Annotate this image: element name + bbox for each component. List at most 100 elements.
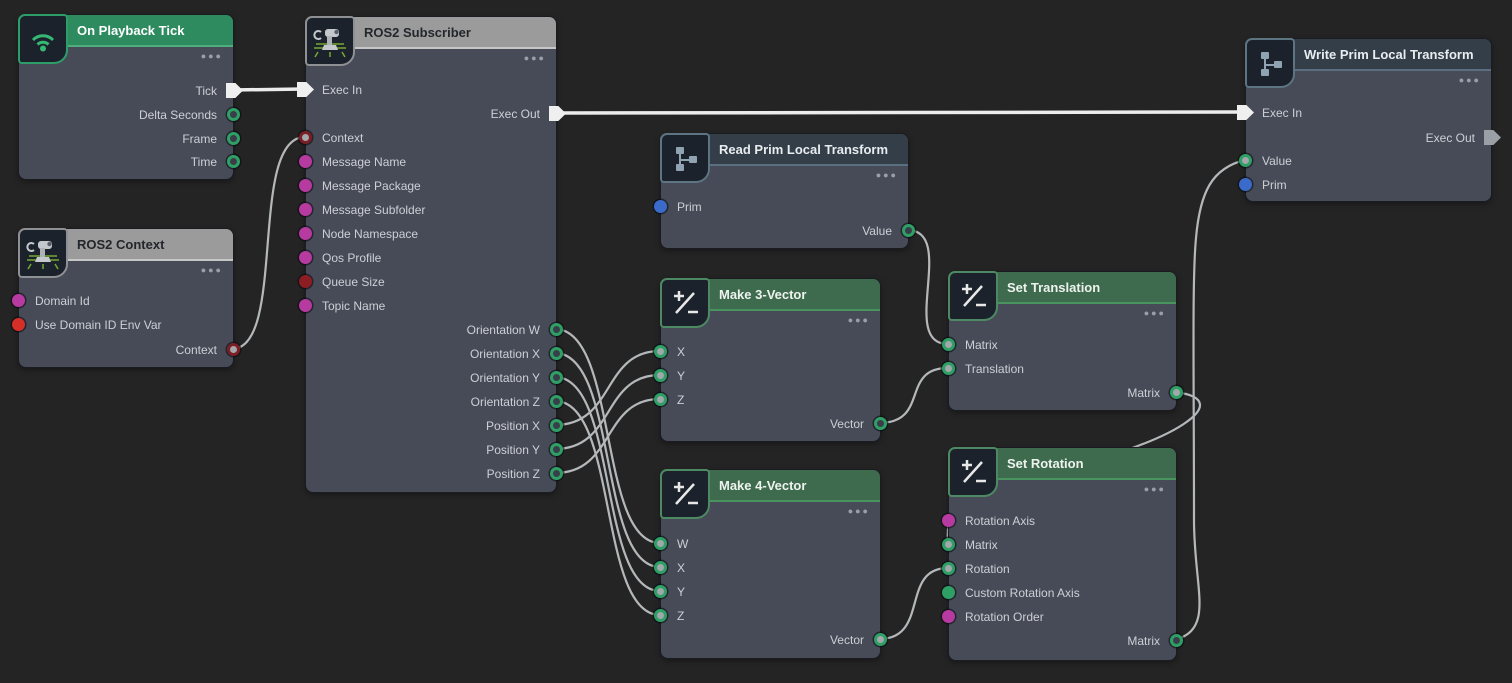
pin-matrix-in[interactable] — [942, 538, 955, 551]
pin-w[interactable] — [654, 537, 667, 550]
pin-orientation-z[interactable] — [550, 395, 563, 408]
pin-row-orientation-w: Orientation W — [306, 318, 556, 342]
pin-row-message-subfolder: Message Subfolder — [306, 198, 556, 222]
pin-y[interactable] — [654, 585, 667, 598]
pin-row-rotation-axis: Rotation Axis — [949, 509, 1176, 533]
node-set-translation[interactable]: Set Translation ●●● Matrix Translation M… — [948, 271, 1177, 411]
pin-rotation-order[interactable] — [942, 610, 955, 623]
wire-exec-tick[interactable] — [232, 89, 305, 90]
pin-row-time: Time — [19, 150, 233, 174]
pin-y[interactable] — [654, 369, 667, 382]
pin-vector[interactable] — [874, 633, 887, 646]
pin-row-x: X — [661, 556, 880, 580]
node-menu-icon[interactable]: ●●● — [1144, 484, 1166, 494]
wire-orientation-y[interactable] — [555, 377, 660, 591]
pin-z[interactable] — [654, 393, 667, 406]
pin-row-matrix-out: Matrix — [949, 629, 1176, 653]
pin-delta-seconds[interactable] — [227, 108, 240, 121]
pin-queue-size[interactable] — [299, 275, 312, 288]
pin-topic-name[interactable] — [299, 299, 312, 312]
node-set-rotation[interactable]: Set Rotation ●●● Rotation Axis Matrix Ro… — [948, 447, 1177, 661]
math-plus-minus-icon — [660, 278, 710, 328]
pin-row-message-name: Message Name — [306, 150, 556, 174]
pin-time[interactable] — [227, 155, 240, 168]
pin-value[interactable] — [902, 224, 915, 237]
pin-row-frame: Frame — [19, 127, 233, 151]
pin-row-prim: Prim — [1246, 173, 1491, 197]
pin-context[interactable] — [299, 131, 312, 144]
pin-node-namespace[interactable] — [299, 227, 312, 240]
pin-row-value: Value — [661, 219, 908, 243]
pin-message-name[interactable] — [299, 155, 312, 168]
pin-message-package[interactable] — [299, 179, 312, 192]
pin-row-y: Y — [661, 364, 880, 388]
node-on-playback-tick[interactable]: On Playback Tick ●●● Tick Delta Seconds … — [18, 14, 234, 180]
pin-value[interactable] — [1239, 154, 1252, 167]
pin-row-position-x: Position X — [306, 414, 556, 438]
node-menu-icon[interactable]: ●●● — [876, 170, 898, 180]
pin-context-out[interactable] — [227, 343, 240, 356]
pin-prim[interactable] — [654, 200, 667, 213]
pin-frame[interactable] — [227, 132, 240, 145]
pin-z[interactable] — [654, 609, 667, 622]
pin-position-z[interactable] — [550, 467, 563, 480]
pin-row-exec-in: Exec In — [306, 78, 556, 102]
pin-matrix-out[interactable] — [1170, 634, 1183, 647]
pin-row-matrix-in: Matrix — [949, 333, 1176, 357]
wire-orientation-x[interactable] — [555, 353, 660, 567]
pin-custom-rotation-axis[interactable] — [942, 586, 955, 599]
pin-row-vector: Vector — [661, 628, 880, 652]
node-make-3-vector[interactable]: Make 3-Vector ●●● X Y Z Vector — [660, 278, 881, 442]
pin-prim[interactable] — [1239, 178, 1252, 191]
pin-rotation[interactable] — [942, 562, 955, 575]
pin-translation[interactable] — [942, 362, 955, 375]
pin-domain-id[interactable] — [12, 294, 25, 307]
wire-exec-subscriber-to-write[interactable] — [558, 112, 1243, 113]
pin-row-exec-out: Exec Out — [306, 102, 556, 126]
pin-use-domain-id-env-var[interactable] — [12, 318, 25, 331]
pin-matrix-in[interactable] — [942, 338, 955, 351]
pin-message-subfolder[interactable] — [299, 203, 312, 216]
math-plus-minus-icon — [948, 271, 998, 321]
node-ros2-subscriber[interactable]: ROS2 Subscriber ●●● Exec In Exec Out Con… — [305, 16, 557, 493]
node-menu-icon[interactable]: ●●● — [201, 51, 223, 61]
pin-row-prim: Prim — [661, 195, 908, 219]
pin-orientation-y[interactable] — [550, 371, 563, 384]
pin-rotation-axis[interactable] — [942, 514, 955, 527]
pin-matrix-out[interactable] — [1170, 386, 1183, 399]
wire-context-to-subscriber[interactable] — [232, 137, 305, 349]
node-menu-icon[interactable]: ●●● — [1459, 75, 1481, 85]
node-ros2-context[interactable]: ROS2 Context ●●● Domain Id Use Domain ID… — [18, 228, 234, 368]
pin-row-position-y: Position Y — [306, 438, 556, 462]
pin-x[interactable] — [654, 561, 667, 574]
pin-vector[interactable] — [874, 417, 887, 430]
pin-qos-profile[interactable] — [299, 251, 312, 264]
node-menu-icon[interactable]: ●●● — [201, 265, 223, 275]
node-menu-icon[interactable]: ●●● — [524, 53, 546, 63]
node-write-prim-local-transform[interactable]: Write Prim Local Transform ●●● Exec In E… — [1245, 38, 1492, 202]
pin-orientation-x[interactable] — [550, 347, 563, 360]
pin-row-message-package: Message Package — [306, 174, 556, 198]
exec-pin-in[interactable] — [1237, 105, 1254, 120]
wire-rotation-matrix-to-value[interactable] — [1175, 160, 1245, 640]
prim-hierarchy-icon — [1245, 38, 1295, 88]
node-graph-canvas[interactable]: On Playback Tick ●●● Tick Delta Seconds … — [0, 0, 1512, 683]
pin-position-y[interactable] — [550, 443, 563, 456]
node-make-4-vector[interactable]: Make 4-Vector ●●● W X Y Z Vector — [660, 469, 881, 659]
wire-vector4-to-rotation[interactable] — [879, 568, 948, 639]
node-menu-icon[interactable]: ●●● — [1144, 308, 1166, 318]
node-read-prim-local-transform[interactable]: Read Prim Local Transform ●●● Prim Value — [660, 133, 909, 249]
pin-row-x: X — [661, 340, 880, 364]
node-menu-icon[interactable]: ●●● — [848, 506, 870, 516]
pin-x[interactable] — [654, 345, 667, 358]
exec-pin-in[interactable] — [297, 82, 314, 97]
wire-vector3-to-translation[interactable] — [879, 368, 948, 423]
ros2-robot-icon — [18, 228, 68, 278]
pin-row-tick: Tick — [19, 79, 233, 103]
pin-orientation-w[interactable] — [550, 323, 563, 336]
pin-row-context: Context — [306, 126, 556, 150]
pin-row-custom-rotation-axis: Custom Rotation Axis — [949, 581, 1176, 605]
node-menu-icon[interactable]: ●●● — [848, 315, 870, 325]
wire-value-to-matrix[interactable] — [907, 230, 948, 344]
pin-position-x[interactable] — [550, 419, 563, 432]
